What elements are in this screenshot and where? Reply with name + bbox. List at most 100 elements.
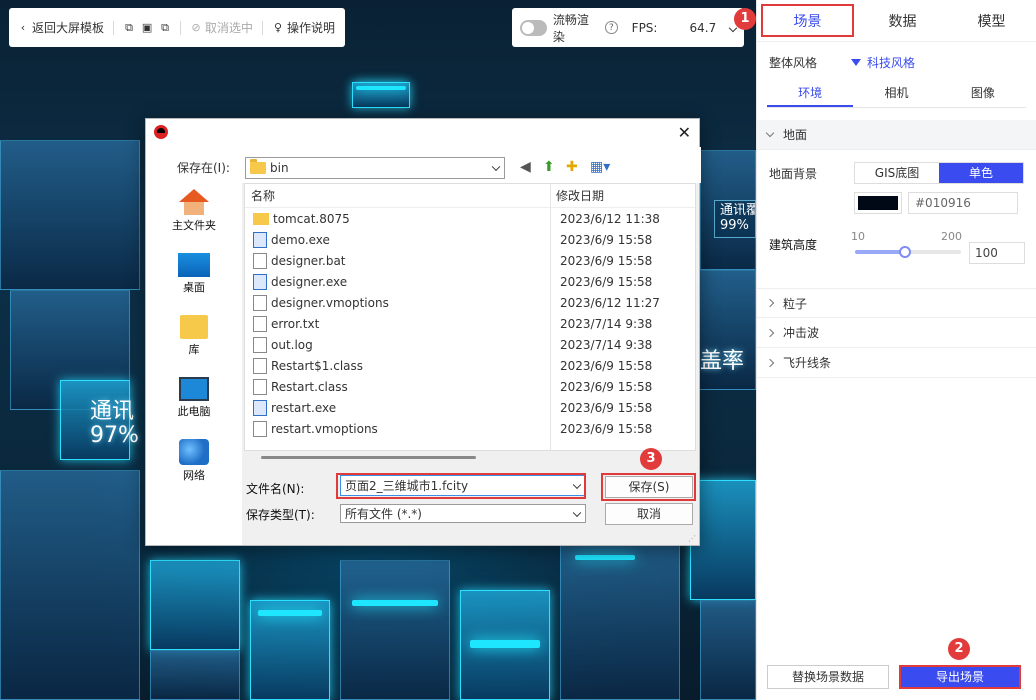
file-row[interactable]: designer.exe 2023/6/9 15:58 (245, 271, 695, 292)
file-date: 2023/7/14 9:38 (560, 337, 653, 352)
scene-roof-light (258, 610, 322, 616)
back-arrow-icon[interactable]: ◀ (520, 159, 531, 175)
cancel-button[interactable]: 取消 (605, 503, 693, 525)
scene-tag-title: 通讯覆 (720, 203, 756, 218)
desktop-icon (178, 253, 210, 277)
help-label: 操作说明 (287, 21, 336, 35)
exe-file-icon (253, 273, 267, 290)
solid-color-option[interactable]: 单色 (939, 163, 1023, 183)
deselect-button[interactable]: ⊘ 取消选中 (190, 19, 253, 36)
file-row[interactable]: restart.exe 2023/6/9 15:58 (245, 397, 695, 418)
file-date: 2023/6/9 15:58 (560, 400, 653, 415)
file-row[interactable]: demo.exe 2023/6/9 15:58 (245, 229, 695, 250)
section-flying-lines[interactable]: 飞升线条 (757, 348, 1036, 378)
resize-grip-icon[interactable]: ⋰ (688, 534, 696, 543)
layer-icon[interactable]: ▣ (141, 21, 153, 34)
file-row[interactable]: Restart.class 2023/6/9 15:58 (245, 376, 695, 397)
file-file-icon (253, 357, 267, 374)
column-date-header[interactable]: 修改日期 (550, 184, 604, 207)
tab-scene[interactable]: 场景 (761, 4, 854, 37)
tab-data[interactable]: 数据 (858, 0, 947, 41)
column-name-header[interactable]: 名称 (245, 184, 550, 207)
file-row[interactable]: out.log 2023/7/14 9:38 (245, 334, 695, 355)
section-shockwave[interactable]: 冲击波 (757, 318, 1036, 348)
place-label: 此电脑 (177, 405, 211, 418)
file-date: 2023/6/9 15:58 (560, 274, 653, 289)
file-file-icon (253, 336, 267, 353)
tab-model[interactable]: 模型 (947, 0, 1036, 41)
file-file-icon (253, 315, 267, 332)
place-this-pc[interactable]: 此电脑 (146, 377, 242, 419)
duplicate-icon[interactable]: ⧉ (159, 21, 171, 34)
slider-knob[interactable] (898, 246, 911, 258)
subtab-image[interactable]: 图像 (940, 82, 1026, 107)
copy-icon[interactable]: ⧉ (123, 21, 135, 34)
section-ground[interactable]: 地面 (757, 120, 1036, 150)
place-network[interactable]: 网络 (146, 439, 242, 483)
scene-building (0, 470, 140, 700)
style-select[interactable]: 科技风格 (851, 54, 915, 71)
file-row[interactable]: restart.vmoptions 2023/6/9 15:58 (245, 418, 695, 439)
scene-building (340, 560, 450, 700)
place-desktop[interactable]: 桌面 (146, 253, 242, 295)
file-row[interactable]: Restart$1.class 2023/6/9 15:58 (245, 355, 695, 376)
scene-roof-light (575, 555, 635, 560)
filename-label: 文件名(N): (246, 482, 305, 496)
horizontal-scrollbar[interactable] (261, 456, 476, 459)
save-in-select[interactable]: bin (245, 157, 505, 179)
scene-coverage-tag: 通讯覆 99% (714, 200, 756, 238)
file-row[interactable]: tomcat.8075 2023/6/12 11:38 (245, 208, 695, 229)
ground-color-hex-input[interactable]: #010916 (908, 192, 1018, 214)
replace-scene-data-button[interactable]: 替换场景数据 (767, 665, 889, 689)
file-name: Restart$1.class (271, 358, 364, 373)
network-icon (179, 439, 209, 465)
style-value: 科技风格 (867, 55, 916, 70)
new-folder-icon[interactable]: ✚ (566, 159, 578, 175)
back-button[interactable]: ‹ 返回大屏模板 (17, 19, 104, 36)
file-name-cell: out.log (245, 336, 550, 353)
scene-subtabs: 环境 相机 图像 (767, 82, 1026, 108)
fps-label: FPS: (631, 20, 658, 35)
place-home[interactable]: 主文件夹 (146, 189, 242, 233)
ground-color-swatch[interactable] (854, 192, 902, 214)
file-row[interactable]: error.txt 2023/7/14 9:38 (245, 313, 695, 334)
top-toolbar: ‹ 返回大屏模板 ⧉ ▣ ⧉ ⊘ 取消选中 ♀ 操作说明 (9, 8, 345, 47)
close-icon[interactable]: ✕ (678, 123, 691, 142)
scene-building (560, 545, 680, 700)
style-label: 整体风格 (769, 55, 818, 70)
ground-bg-row: 地面背景 GIS底图 单色 (757, 162, 1036, 184)
fps-value: 64.7 (689, 20, 717, 35)
building-height-input[interactable]: 100 (969, 242, 1025, 264)
up-folder-icon[interactable]: ⬆ (543, 159, 555, 175)
section-particles[interactable]: 粒子 (757, 288, 1036, 318)
filetype-label: 保存类型(T): (246, 508, 315, 522)
help-button[interactable]: ♀ 操作说明 (272, 19, 335, 36)
exe-file-icon (253, 231, 267, 248)
places-sidebar: 主文件夹 桌面 库 此电脑 网络 (146, 183, 242, 545)
exe-file-icon (253, 399, 267, 416)
place-label: 库 (188, 343, 200, 356)
place-label: 主文件夹 (172, 219, 216, 232)
place-library[interactable]: 库 (146, 315, 242, 357)
section-flying-lines-label: 飞升线条 (783, 356, 832, 370)
view-menu-icon[interactable]: ▦▾ (590, 159, 610, 175)
building-height-label: 建筑高度 (769, 238, 818, 252)
filetype-select[interactable]: 所有文件 (*.*) (340, 504, 586, 523)
file-row[interactable]: designer.bat 2023/6/9 15:58 (245, 250, 695, 271)
chevron-down-icon (765, 128, 775, 138)
export-scene-button[interactable]: 导出场景 (899, 665, 1021, 689)
gis-basemap-option[interactable]: GIS底图 (855, 163, 939, 183)
question-icon[interactable]: ? (605, 21, 618, 34)
chevron-right-icon (765, 358, 775, 367)
filename-highlight (336, 473, 586, 499)
file-row[interactable]: designer.vmoptions 2023/6/12 11:27 (245, 292, 695, 313)
file-name-cell: Restart$1.class (245, 357, 550, 374)
file-name: out.log (271, 337, 313, 352)
subtab-camera[interactable]: 相机 (853, 82, 939, 107)
file-list: 名称 修改日期 tomcat.8075 2023/6/12 11:38 demo.e… (244, 183, 696, 459)
building-height-slider[interactable] (855, 246, 961, 258)
subtab-environment[interactable]: 环境 (767, 82, 854, 107)
dialog-titlebar: ✕ (146, 119, 699, 147)
file-date: 2023/6/9 15:58 (560, 421, 653, 436)
smooth-render-toggle[interactable] (520, 19, 547, 36)
